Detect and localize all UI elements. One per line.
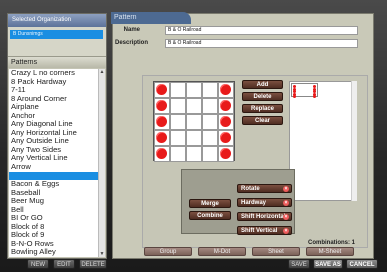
grid-cell[interactable] — [170, 146, 186, 162]
scroll-up-icon[interactable]: ▲ — [99, 69, 105, 75]
shift-vertical-label: Shift Vertical — [241, 228, 278, 234]
grid-cell[interactable] — [186, 82, 202, 98]
toggle-icon: × — [283, 228, 289, 234]
save-button[interactable]: SAVE — [288, 259, 310, 269]
name-field[interactable]: B & O Railroad — [165, 26, 358, 35]
combination-preview — [289, 81, 354, 201]
tab-pattern: Pattern — [111, 12, 191, 24]
combine-button[interactable]: Combine — [189, 211, 231, 220]
tab-m-dot[interactable]: M-Dot — [198, 247, 246, 256]
grid-cell[interactable] — [202, 114, 218, 130]
clear-button[interactable]: Clear — [242, 116, 283, 125]
toggle-icon: × — [283, 186, 289, 192]
replace-button[interactable]: Replace — [242, 104, 283, 113]
patterns-header: Patterns — [8, 57, 106, 68]
add-button[interactable]: Add — [242, 80, 283, 89]
grid-cell[interactable] — [186, 130, 202, 146]
marked-dot-icon — [220, 100, 231, 111]
grid-cell[interactable] — [202, 82, 218, 98]
tab-group[interactable]: Group — [144, 247, 192, 256]
tab-sheet[interactable]: Sheet — [252, 247, 300, 256]
marked-dot-icon — [156, 116, 167, 127]
grid-cell[interactable] — [170, 130, 186, 146]
hardway-label: Hardway — [241, 200, 267, 206]
grid-cell[interactable] — [186, 146, 202, 162]
scroll-down-icon[interactable]: ▼ — [99, 251, 105, 257]
org-header: Selected Organization — [8, 14, 106, 27]
merge-button[interactable]: Merge — [189, 199, 231, 208]
description-label: Description — [114, 40, 148, 46]
edit-button[interactable]: EDIT — [53, 259, 75, 269]
rotate-label: Rotate — [241, 186, 260, 192]
thumbnail-dot-icon — [313, 95, 316, 98]
pattern-list-scrollbar[interactable]: ▲ ▼ — [98, 69, 105, 257]
bingo-card-grid[interactable] — [153, 81, 235, 162]
new-button[interactable]: NEW — [27, 259, 49, 269]
marked-dot-icon — [156, 84, 167, 95]
main-panel: Name B & O Railroad Description B & O Ra… — [112, 13, 374, 259]
grid-cell[interactable] — [202, 98, 218, 114]
org-selected[interactable]: B Dunsnimgs — [10, 30, 103, 39]
app-window: Selected Organization B Dunsnimgs Patter… — [0, 0, 387, 272]
shift-vertical-button[interactable]: Shift Vertical × — [237, 226, 292, 235]
shift-horizontal-button[interactable]: Shift Horizontal × — [237, 212, 292, 221]
delete-button[interactable]: Delete — [242, 92, 283, 101]
save-as-button[interactable]: SAVE AS — [313, 259, 343, 269]
pattern-editor: Add Delete Replace Clear Merge Combine R… — [142, 75, 368, 248]
grid-cell[interactable] — [202, 146, 218, 162]
shift-horizontal-label: Shift Horizontal — [241, 214, 286, 220]
grid-cell[interactable] — [170, 114, 186, 130]
marked-dot-icon — [220, 84, 231, 95]
combinations-count: Combinations: 1 — [308, 240, 356, 246]
tab-m-sheet[interactable]: M-Sheet — [306, 247, 354, 256]
left-panel: Selected Organization B Dunsnimgs Patter… — [7, 13, 107, 259]
grid-cell[interactable] — [170, 82, 186, 98]
cancel-button[interactable]: CANCEL — [346, 259, 378, 269]
marked-dot-icon — [220, 132, 231, 143]
grid-cell[interactable] — [202, 130, 218, 146]
grid-cell[interactable] — [186, 98, 202, 114]
combination-thumbnail[interactable] — [291, 83, 318, 98]
delete-pattern-button[interactable]: DELETE — [79, 259, 107, 269]
marked-dot-icon — [220, 116, 231, 127]
toggle-icon: × — [283, 200, 289, 206]
name-label: Name — [123, 27, 140, 33]
marked-dot-icon — [220, 148, 231, 159]
hardway-button[interactable]: Hardway × — [237, 198, 292, 207]
pattern-list[interactable]: Crazy L no corners 8 Pack Hardway 7-11 8 Ar… — [9, 69, 98, 257]
rotate-button[interactable]: Rotate × — [237, 184, 292, 193]
org-list: B Dunsnimgs — [8, 27, 106, 57]
grid-cell[interactable] — [186, 114, 202, 130]
marked-dot-icon — [156, 132, 167, 143]
grid-cell[interactable] — [170, 98, 186, 114]
marked-dot-icon — [156, 148, 167, 159]
thumbnail-dot-icon — [293, 95, 296, 98]
preview-scrollbar[interactable] — [351, 81, 357, 201]
marked-dot-icon — [156, 100, 167, 111]
description-field[interactable]: B & O Railroad — [165, 39, 358, 48]
toggle-icon: × — [283, 214, 289, 220]
